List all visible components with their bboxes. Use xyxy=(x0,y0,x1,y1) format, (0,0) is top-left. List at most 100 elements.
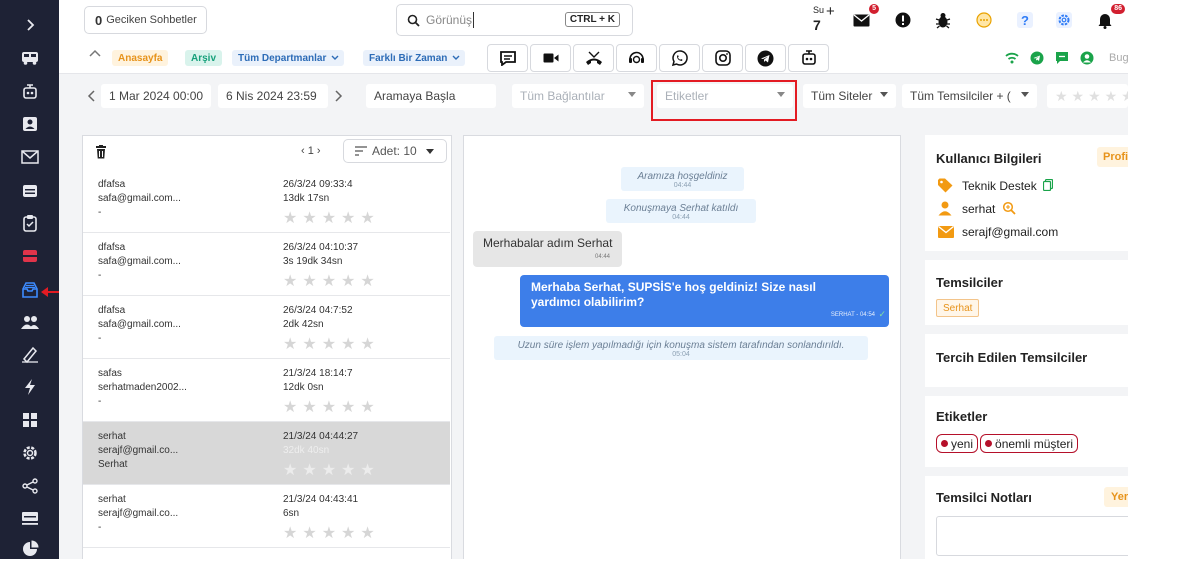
start-date-field[interactable]: 1 Mar 2024 00:00 xyxy=(101,84,211,108)
channel-telegram-icon[interactable] xyxy=(745,44,786,72)
conv-rating[interactable]: ★★★★★ xyxy=(283,460,380,480)
username-text: serhat xyxy=(962,202,996,216)
closed-text: Uzun süre işlem yapılmadığı için konuşma… xyxy=(517,340,845,351)
agent-message-bubble: Merhaba Serhat, SUPSİS'e hoş geldiniz! S… xyxy=(520,275,889,327)
conversation-row-selected[interactable]: serhat serajf@gmail.co... Serhat 21/3/24 0… xyxy=(83,422,450,485)
channel-bot-icon[interactable] xyxy=(788,44,829,72)
conv-rating[interactable]: ★★★★★ xyxy=(283,523,380,543)
timezone-select[interactable]: Farklı Bir Zaman xyxy=(363,50,466,66)
sites-select[interactable]: Tüm Siteler xyxy=(803,84,896,108)
contact-card-icon[interactable] xyxy=(18,112,42,136)
next-date-icon[interactable] xyxy=(335,90,343,105)
inbox-archive-icon[interactable] xyxy=(18,278,42,302)
channel-missed-call-icon[interactable] xyxy=(573,44,614,72)
conv-name: dfafsa xyxy=(98,242,126,253)
conversation-row[interactable]: dfafsa safa@gmail.com... - 26/3/24 04:10:3… xyxy=(83,233,450,296)
copy-icon[interactable] xyxy=(1042,178,1054,194)
clipboard-icon[interactable] xyxy=(18,211,42,235)
conv-extra: - xyxy=(98,333,102,344)
dashboard-icon[interactable] xyxy=(18,408,42,432)
channel-instagram-icon[interactable] xyxy=(702,44,743,72)
end-date-field[interactable]: 6 Nis 2024 23:59 xyxy=(218,84,328,108)
day-number: 7 xyxy=(813,17,821,33)
prev-date-icon[interactable] xyxy=(87,90,95,105)
calendar-icon[interactable] xyxy=(18,178,42,202)
gear-icon[interactable] xyxy=(18,441,42,465)
bug-icon[interactable] xyxy=(931,8,955,32)
departments-select[interactable]: Tüm Departmanlar xyxy=(232,50,345,66)
channel-whatsapp-icon[interactable] xyxy=(659,44,700,72)
conversation-row[interactable]: dfafsa safa@gmail.com... - 26/3/24 04:7:52… xyxy=(83,296,450,359)
conv-email: safa@gmail.com... xyxy=(98,319,181,330)
settings-icon[interactable] xyxy=(1052,8,1076,32)
conversation-row[interactable]: dfafsa safa@gmail.com... - 26/3/24 09:33:4… xyxy=(83,170,450,233)
caret-down-icon xyxy=(777,92,785,97)
today-label[interactable]: Bug xyxy=(1109,52,1128,64)
rating-filter[interactable]: ★★★★★ xyxy=(1047,84,1128,108)
search-shortcut: CTRL + K xyxy=(564,12,620,27)
conversation-row[interactable]: serhat serajf@gmail.co... - 21/3/24 04:43:… xyxy=(83,485,450,548)
trash-icon[interactable] xyxy=(95,145,107,162)
late-count: 0 xyxy=(95,12,103,28)
bus-icon[interactable] xyxy=(18,46,42,70)
conv-rating[interactable]: ★★★★★ xyxy=(283,334,380,354)
conv-email: serhatmaden2002... xyxy=(98,382,187,393)
alert-icon[interactable] xyxy=(891,8,915,32)
help-icon[interactable]: ? xyxy=(1013,8,1037,32)
lightning-icon[interactable] xyxy=(18,375,42,399)
tab-archive[interactable]: Arşiv xyxy=(185,50,223,66)
sms-status-icon xyxy=(1055,51,1069,68)
search-input[interactable]: Görünüş xyxy=(426,13,472,27)
connections-select[interactable]: Tüm Bağlantılar xyxy=(512,84,644,108)
profile-button[interactable]: Profi xyxy=(1097,147,1128,167)
tag-label: önemli müşteri xyxy=(995,436,1074,451)
conv-date: 26/3/24 04:7:52 xyxy=(283,305,353,316)
tag-chip[interactable]: önemli müşteri xyxy=(980,434,1079,453)
conv-duration: 2dk 42sn xyxy=(283,319,324,330)
day-indicator[interactable]: Su + 7 xyxy=(811,3,835,35)
svg-text:?: ? xyxy=(1021,13,1029,28)
mail-icon[interactable]: 5 xyxy=(849,4,879,32)
connections-label: Tüm Bağlantılar xyxy=(520,89,605,103)
tag-chip[interactable]: yeni xyxy=(936,434,979,453)
joined-text: Konuşmaya Serhat katıldı xyxy=(623,203,739,214)
pager[interactable]: ‹ 1 › xyxy=(301,145,321,157)
pie-chart-icon[interactable] xyxy=(18,537,42,561)
channel-support-agent-icon[interactable] xyxy=(616,44,657,72)
wifi-status-icon xyxy=(1005,52,1019,67)
agents-select[interactable]: Tüm Temsilciler + ( xyxy=(902,84,1037,108)
ticket-icon[interactable] xyxy=(18,244,42,268)
notes-add-button[interactable]: Yer xyxy=(1104,487,1128,507)
agent-tag[interactable]: Serhat xyxy=(936,299,980,317)
conv-rating[interactable]: ★★★★★ xyxy=(283,397,380,417)
monitor-icon[interactable] xyxy=(18,506,42,530)
joined-time: 04:44 xyxy=(672,214,690,221)
tags-select[interactable]: Etiketler xyxy=(657,84,793,108)
conv-extra: - xyxy=(98,396,102,407)
mail-icon[interactable] xyxy=(18,145,42,169)
notification-bell-icon[interactable]: 86 xyxy=(1093,4,1125,32)
tab-home[interactable]: Anasayfa xyxy=(112,50,169,66)
late-chats-button[interactable]: 0 Geciken Sohbetler xyxy=(84,6,207,34)
search-field[interactable]: Aramaya Başla xyxy=(366,84,496,108)
conversation-row[interactable]: safas serhatmaden2002... - 21/3/24 18:14:7… xyxy=(83,359,450,422)
robot-icon[interactable] xyxy=(18,80,42,104)
signature-icon[interactable] xyxy=(18,342,42,366)
sidebar xyxy=(0,0,73,561)
tag-list: yeni önemli müşteri xyxy=(936,434,1079,453)
conv-name: safas xyxy=(98,368,122,379)
chevron-up-icon[interactable] xyxy=(89,48,101,62)
chat-bubble-icon[interactable] xyxy=(972,8,996,32)
global-search[interactable]: Görünüş CTRL + K xyxy=(396,4,633,36)
channel-video-icon[interactable] xyxy=(530,44,571,72)
user-search-icon[interactable] xyxy=(1002,201,1016,218)
users-icon[interactable] xyxy=(18,310,42,334)
conv-rating[interactable]: ★★★★★ xyxy=(283,271,380,291)
share-icon[interactable] xyxy=(18,474,42,498)
late-label: Geciken Sohbetler xyxy=(106,14,197,26)
page-size-select[interactable]: Adet: 10 xyxy=(343,139,447,163)
channel-chat-icon[interactable] xyxy=(487,44,528,72)
chevron-right-icon[interactable] xyxy=(18,13,42,37)
conv-rating[interactable]: ★★★★★ xyxy=(283,208,380,228)
notes-textarea[interactable] xyxy=(936,516,1128,556)
